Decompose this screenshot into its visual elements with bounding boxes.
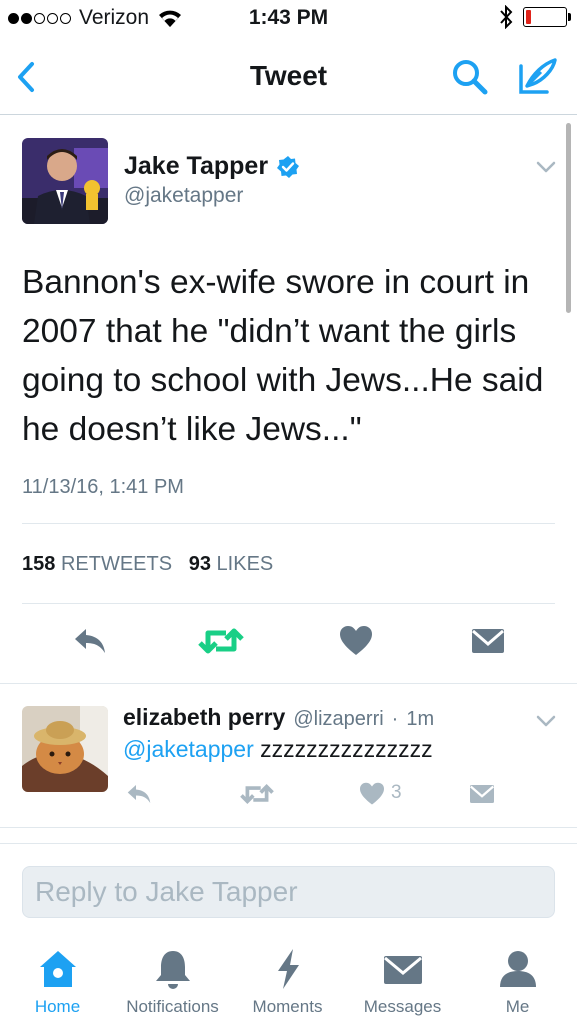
tab-label: Messages <box>363 997 442 1016</box>
tweet-actions <box>0 611 577 683</box>
scroll-indicator[interactable] <box>566 123 571 313</box>
author-handle[interactable]: @jaketapper <box>124 184 243 208</box>
reply-author-handle[interactable]: @lizaperri <box>293 708 383 731</box>
reply-body: zzzzzzzzzzzzzzz <box>260 736 433 762</box>
tab-messages[interactable]: Messages <box>345 947 460 1017</box>
retweet-icon[interactable] <box>240 782 274 806</box>
reply-input[interactable]: Reply to Jake Tapper <box>22 866 555 918</box>
direct-message-icon[interactable] <box>470 625 506 657</box>
tab-me[interactable]: Me <box>460 947 575 1017</box>
reply-separator: · <box>391 708 399 730</box>
reply-header: elizabeth perry @lizaperri · 1m <box>123 704 434 731</box>
tweet-stats[interactable]: 158 RETWEETS 93 LIKES <box>22 553 273 576</box>
status-bar: Verizon 1:43 PM <box>0 0 577 38</box>
tweet-text: Bannon's ex-wife swore in court in 2007 … <box>22 264 544 448</box>
tab-label: Me <box>505 997 530 1016</box>
search-icon[interactable] <box>449 56 491 98</box>
tab-bar: Home Notifications Moments Messages Me <box>0 939 577 1024</box>
divider <box>22 523 555 524</box>
reply-composer: Reply to Jake Tapper <box>0 843 577 939</box>
likes-count[interactable]: 93 <box>189 553 211 575</box>
lightning-icon <box>277 949 299 989</box>
bell-icon <box>155 951 190 989</box>
author-avatar[interactable] <box>22 138 108 224</box>
divider <box>22 603 555 604</box>
reply-time: 1m <box>406 708 435 730</box>
reply-like-count: 3 <box>391 782 402 803</box>
person-icon <box>499 951 536 987</box>
tab-notifications[interactable]: Notifications <box>115 947 230 1017</box>
reply-icon[interactable] <box>125 782 153 806</box>
compose-icon[interactable] <box>515 54 559 98</box>
status-time: 1:43 PM <box>248 6 329 29</box>
tab-label: Home <box>34 997 81 1016</box>
reply-mention-link[interactable]: @jaketapper <box>123 736 254 762</box>
reply-icon[interactable] <box>72 625 108 657</box>
reply-tweet[interactable]: elizabeth perry @lizaperri · 1m @jaketap… <box>0 683 577 828</box>
likes-label[interactable]: LIKES <box>217 553 274 575</box>
retweets-label[interactable]: RETWEETS <box>61 553 172 575</box>
chevron-down-icon[interactable] <box>536 160 556 174</box>
verified-badge-icon <box>277 155 300 178</box>
reply-text: @jaketapper zzzzzzzzzzzzzzz <box>123 736 433 763</box>
retweets-count[interactable]: 158 <box>22 553 55 575</box>
home-icon <box>39 951 76 987</box>
like-heart-icon[interactable] <box>359 782 385 806</box>
retweet-icon[interactable] <box>198 625 244 657</box>
like-heart-icon[interactable] <box>339 625 373 657</box>
chevron-down-icon[interactable] <box>536 714 556 728</box>
battery-level <box>526 10 531 24</box>
envelope-icon <box>383 956 422 984</box>
tab-label: Notifications <box>126 997 219 1016</box>
author-name-row[interactable]: Jake Tapper <box>124 152 300 181</box>
tweet-timestamp: 11/13/16, 1:41 PM <box>22 476 184 498</box>
author-name[interactable]: Jake Tapper <box>124 152 268 181</box>
tab-moments[interactable]: Moments <box>230 947 345 1017</box>
tab-home[interactable]: Home <box>0 947 115 1017</box>
tab-label: Moments <box>252 997 323 1016</box>
direct-message-icon[interactable] <box>468 782 496 806</box>
nav-bar: Tweet <box>0 38 577 115</box>
bluetooth-icon <box>500 5 513 29</box>
reply-actions: 3 <box>0 780 577 810</box>
battery-icon <box>523 7 571 27</box>
reply-author-name[interactable]: elizabeth perry <box>123 704 285 731</box>
